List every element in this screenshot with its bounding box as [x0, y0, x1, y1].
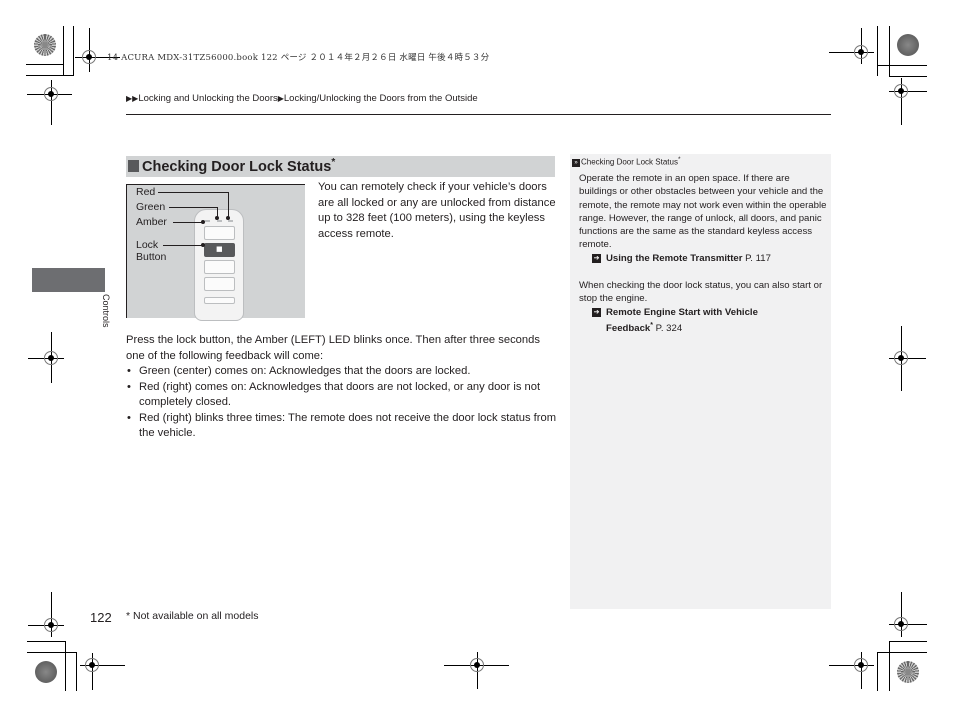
registration-mark-icon — [44, 351, 58, 365]
registration-mark-icon — [894, 84, 908, 98]
color-target-icon — [34, 34, 56, 56]
remote-illustration: ■ — [194, 209, 244, 321]
header-rule — [126, 114, 831, 115]
leader-dot — [215, 216, 219, 220]
remote-top-button — [204, 226, 235, 240]
sidebar-notes: » Checking Door Lock Status* Operate the … — [570, 154, 831, 609]
leader-dot — [201, 220, 205, 224]
lock-icon: ■ — [216, 245, 223, 253]
leader-lock — [163, 245, 203, 246]
leader-green — [169, 207, 217, 208]
leader-amber — [173, 222, 203, 223]
chapter-tab-label: Controls — [101, 294, 111, 328]
registration-mark-icon — [470, 658, 484, 672]
remote-trunk-button — [204, 277, 235, 291]
double-chevron-icon: » — [572, 158, 580, 167]
amber-led-icon — [205, 220, 210, 222]
label-amber: Amber — [136, 216, 167, 228]
page-number: 122 — [90, 610, 112, 625]
registration-mark-icon — [44, 87, 58, 101]
section-title-wrap: Checking Door Lock Status* — [142, 157, 335, 175]
remote-unlock-button — [204, 260, 235, 274]
list-item: • Green (center) comes on: Acknowledges t… — [126, 364, 558, 380]
sidebar-heading-text: Checking Door Lock Status — [581, 157, 678, 167]
section-heading: Checking Door Lock Status* — [126, 156, 555, 177]
ref-remote-transmitter[interactable]: ➔ Using the Remote Transmitter P. 117 — [592, 252, 771, 265]
color-target-icon — [35, 661, 57, 683]
remote-panic-button — [204, 297, 235, 304]
ref-title[interactable]: Using the Remote Transmitter — [606, 253, 742, 264]
label-lock: Lock — [136, 239, 159, 251]
color-target-icon — [897, 661, 919, 683]
list-item-text: Red (right) comes on: Acknowledges that … — [139, 380, 541, 409]
label-red: Red — [136, 186, 156, 198]
label-green: Green — [136, 201, 166, 213]
registration-mark-icon — [894, 617, 908, 631]
arrow-right-icon: ➔ — [592, 254, 601, 263]
breadcrumb-item-outside[interactable]: Locking/Unlocking the Doors from the Out… — [284, 93, 478, 104]
breadcrumb-arrow-icon: ▶▶ — [126, 94, 139, 103]
leader-dot — [226, 216, 230, 220]
remote-figure: ■ Red Green Amber Lock Button — [126, 184, 305, 321]
leader-red-v — [228, 192, 229, 218]
label-button: Button — [136, 251, 167, 263]
sidebar-heading: » Checking Door Lock Status* — [572, 156, 681, 167]
bullet-icon: • — [127, 365, 131, 377]
remote-lock-button: ■ — [204, 243, 235, 257]
green-led-icon — [217, 220, 222, 222]
instructions-paragraph: Press the lock button, the Amber (LEFT) … — [126, 334, 540, 362]
ref-title-line1[interactable]: Remote Engine Start with Vehicle — [606, 307, 758, 318]
registration-mark-icon — [44, 618, 58, 632]
red-led-icon — [228, 220, 233, 222]
ref-title-line2[interactable]: Feedback — [606, 323, 650, 334]
list-item-text: Red (right) blinks three times: The remo… — [139, 411, 557, 440]
chapter-tab[interactable] — [32, 268, 105, 292]
registration-mark-icon — [894, 351, 908, 365]
registration-mark-icon — [82, 50, 96, 64]
color-target-icon — [897, 34, 919, 56]
section-asterisk: * — [331, 157, 336, 168]
ref-page: P. 117 — [742, 253, 771, 264]
feedback-list: • Green (center) comes on: Acknowledges t… — [126, 364, 558, 442]
list-item-text: Green (center) comes on: Acknowledges th… — [139, 365, 471, 377]
leader-dot — [201, 243, 205, 247]
sidebar-heading-asterisk: * — [677, 156, 681, 163]
breadcrumb: ▶▶Locking and Unlocking the Doors▶Lockin… — [126, 93, 478, 104]
footnote: * Not available on all models — [126, 610, 259, 622]
leader-red — [158, 192, 228, 193]
list-item: • Red (right) comes on: Acknowledges that… — [126, 380, 558, 411]
section-title: Checking Door Lock Status — [142, 158, 332, 175]
bullet-icon: • — [127, 411, 131, 424]
ref-remote-engine-start[interactable]: ➔ Remote Engine Start with Vehicle Feedb… — [592, 306, 758, 336]
sidebar-paragraph-2: When checking the door lock status, you … — [579, 280, 823, 305]
ref-page: P. 324 — [653, 323, 683, 335]
registration-mark-icon — [854, 45, 868, 59]
registration-mark-icon — [85, 658, 99, 672]
section-square-icon — [128, 160, 139, 172]
intro-paragraph: You can remotely check if your vehicle’s… — [318, 181, 556, 240]
bullet-icon: • — [127, 380, 131, 393]
list-item: • Red (right) blinks three times: The rem… — [126, 411, 558, 442]
sidebar-paragraph-1: Operate the remote in an open space. If … — [579, 173, 827, 251]
registration-mark-icon — [854, 658, 868, 672]
print-header: 14 ACURA MDX-31TZ56000.book 122 ページ ２０１４… — [107, 53, 490, 63]
arrow-right-icon: ➔ — [592, 308, 601, 317]
breadcrumb-item-locking[interactable]: Locking and Unlocking the Doors — [138, 93, 277, 104]
